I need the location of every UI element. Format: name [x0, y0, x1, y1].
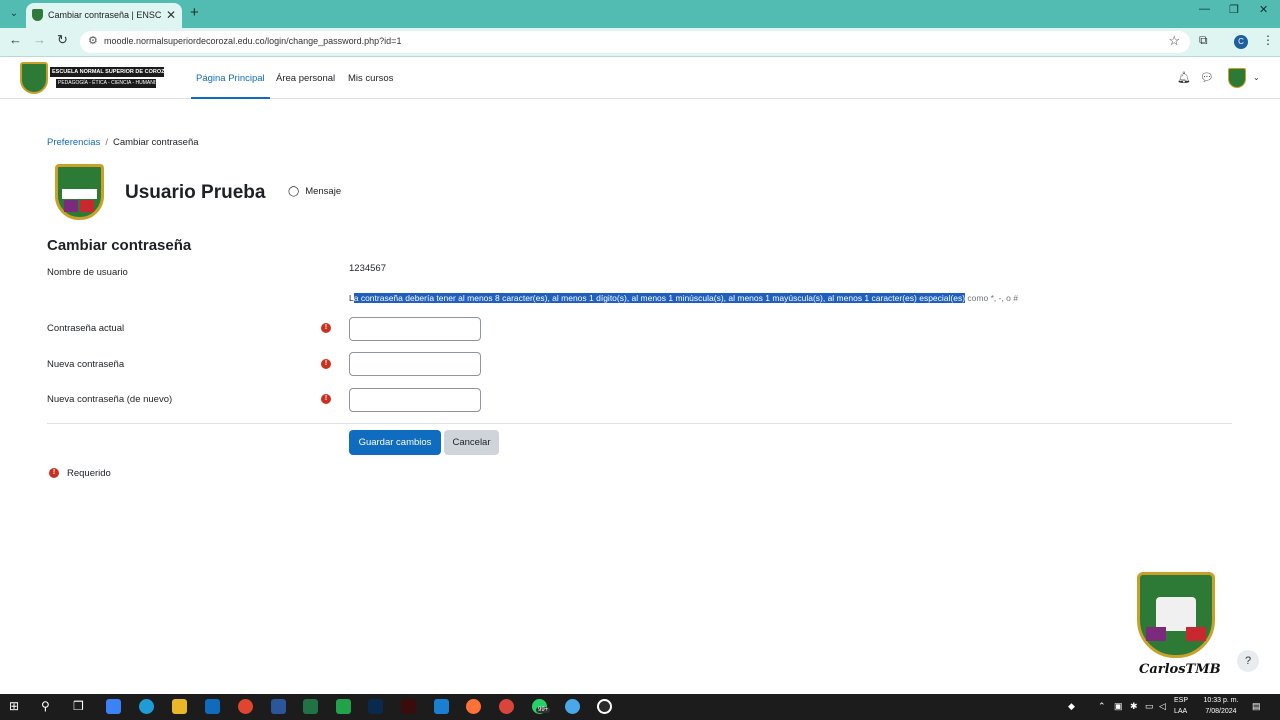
repeat-password-input[interactable]	[349, 388, 481, 412]
file-explorer-icon[interactable]	[172, 699, 187, 714]
watermark-signature: CarlosTMB	[1139, 662, 1221, 677]
breadcrumb-current: Cambiar contraseña	[112, 137, 199, 148]
password-policy-text: La contraseña debería tener al menos 8 c…	[349, 293, 1018, 303]
bookmark-star-icon[interactable]: ☆	[1168, 33, 1180, 49]
username-value: 1234567	[349, 263, 386, 274]
site-info-icon[interactable]: ⚙	[88, 34, 98, 47]
photoshop-icon[interactable]	[368, 699, 383, 714]
nav-dashboard-link[interactable]: Área personal	[276, 73, 335, 84]
reload-icon[interactable]: ↻	[57, 32, 68, 48]
notifications-icon[interactable]: ▤	[1252, 701, 1261, 712]
page-heading: Cambiar contraseña	[47, 237, 192, 254]
start-icon[interactable]: ⊞	[9, 699, 19, 713]
message-label: Mensaje	[305, 186, 342, 197]
nav-my-courses-link[interactable]: Mis cursos	[348, 73, 393, 84]
watermark-logo: CarlosTMB	[1133, 562, 1221, 680]
sheets-icon[interactable]	[336, 699, 351, 714]
tab-close-icon[interactable]: ✕	[166, 3, 176, 27]
repeat-password-label: Nueva contraseña (de nuevo)	[47, 394, 173, 405]
word-icon[interactable]	[271, 699, 286, 714]
required-icon: !	[321, 359, 331, 369]
profile-picture	[55, 164, 104, 220]
message-button[interactable]: ◯ Mensaje	[288, 186, 341, 197]
clock-time[interactable]: 10:33 p. m.	[1200, 697, 1242, 704]
vscode-icon[interactable]	[434, 699, 449, 714]
new-tab-button[interactable]: +	[190, 4, 199, 21]
browser-toolbar: ← → ↻ ⚙ moodle.normalsuperiordecorozal.e…	[0, 28, 1280, 57]
obs-icon[interactable]	[597, 699, 612, 714]
help-button[interactable]: ?	[1237, 650, 1259, 672]
required-icon: !	[49, 468, 59, 479]
windows-taskbar: ⊞ ⚲ ❒ 99+ ◆ ⌃ ▣ ✱ ▭ ◁ ESP LAA 10:33 p. m…	[0, 694, 1280, 720]
profile-name: Usuario Prueba	[125, 182, 266, 203]
save-changes-button[interactable]: Guardar cambios	[349, 430, 441, 455]
tray-chevron-up-icon[interactable]: ⌃	[1098, 701, 1106, 712]
breadcrumb-preferences-link[interactable]: Preferencias	[47, 137, 100, 148]
lang-layout[interactable]: LAA	[1174, 708, 1187, 715]
tab-search-icon[interactable]: ⌄	[6, 6, 22, 22]
forward-arrow-icon[interactable]: →	[33, 32, 46, 47]
site-favicon-icon	[32, 9, 43, 21]
outlook-icon[interactable]	[205, 699, 220, 714]
extensions-icon[interactable]: ⧉	[1199, 33, 1208, 48]
logo-title: ESCUELA NORMAL SUPERIOR DE COROZAL	[50, 67, 164, 77]
whatsapp-badge: 99+	[536, 707, 551, 713]
notifications-bell-icon[interactable]: 🔔︎	[1177, 71, 1191, 84]
clock-date[interactable]: 7/08/2024	[1200, 708, 1242, 715]
url-text[interactable]: moodle.normalsuperiordecorozal.edu.co/lo…	[104, 36, 401, 46]
policy-rest-text: como *, -, o #	[965, 293, 1018, 303]
tray-volume-icon[interactable]: ◁	[1159, 701, 1166, 712]
tray-bluetooth-icon[interactable]: ✱	[1130, 701, 1138, 712]
required-icon: !	[321, 323, 331, 333]
close-window-button[interactable]: ✕	[1259, 3, 1268, 16]
form-divider	[47, 423, 1232, 424]
app-tray-icon[interactable]: ◆	[1068, 701, 1075, 712]
search-icon[interactable]: ⚲	[41, 699, 50, 713]
watermark-crest-icon	[1137, 572, 1215, 658]
site-navbar: ESCUELA NORMAL SUPERIOR DE COROZAL PEDAG…	[0, 57, 1280, 99]
new-password-label: Nueva contraseña	[47, 359, 125, 370]
policy-selected-text: a contraseña debería tener al menos 8 ca…	[353, 293, 966, 303]
illustrator-icon[interactable]	[401, 699, 416, 714]
chrome-profile-icon[interactable]	[499, 699, 514, 714]
tab-title: Cambiar contraseña | ENSC	[48, 10, 162, 20]
browser-tab[interactable]: Cambiar contraseña | ENSC ✕	[26, 3, 182, 28]
required-icon: !	[321, 394, 331, 404]
chrome-active-icon[interactable]	[565, 699, 580, 714]
school-crest-icon	[20, 62, 48, 94]
breadcrumb: Preferencias / Cambiar contraseña	[47, 137, 199, 148]
current-password-input[interactable]	[349, 317, 481, 341]
required-legend-label: Requerido	[67, 468, 111, 479]
maximize-button[interactable]: ❐	[1229, 3, 1239, 16]
cancel-button[interactable]: Cancelar	[444, 430, 499, 455]
tray-network-icon[interactable]: ▭	[1145, 701, 1154, 712]
messages-icon[interactable]: 💬︎	[1200, 71, 1214, 84]
address-bar[interactable]: ⚙ moodle.normalsuperiordecorozal.edu.co/…	[80, 31, 1190, 53]
lang-code[interactable]: ESP	[1174, 697, 1188, 704]
required-legend: ! Requerido	[49, 468, 111, 479]
browser-menu-icon[interactable]: ⋮	[1262, 33, 1274, 47]
excel-icon[interactable]	[303, 699, 318, 714]
nav-home-link[interactable]: Página Principal	[191, 73, 270, 99]
browser-profile-avatar[interactable]: C	[1234, 35, 1248, 49]
chat-bubble-icon: ◯	[288, 186, 300, 197]
logo-motto: PEDAGOGÍA - ÉTICA - CIENCIA - HUMANISMO	[56, 79, 156, 88]
tray-device-icon[interactable]: ▣	[1114, 701, 1123, 712]
firefox-icon[interactable]	[466, 699, 481, 714]
site-logo[interactable]: ESCUELA NORMAL SUPERIOR DE COROZAL PEDAG…	[20, 62, 166, 94]
username-label: Nombre de usuario	[47, 267, 128, 278]
user-avatar[interactable]	[1228, 68, 1246, 88]
store-icon[interactable]	[106, 699, 121, 714]
chrome-icon[interactable]	[238, 699, 253, 714]
breadcrumb-separator: /	[105, 137, 108, 148]
edge-icon[interactable]	[139, 699, 154, 714]
new-password-input[interactable]	[349, 352, 481, 376]
chevron-down-icon[interactable]: ⌄	[1253, 73, 1260, 82]
minimize-button[interactable]: —	[1199, 3, 1210, 15]
current-password-label: Contraseña actual	[47, 323, 125, 334]
back-arrow-icon[interactable]: ←	[9, 32, 22, 47]
browser-tab-strip: ⌄ Cambiar contraseña | ENSC ✕ + — ❐ ✕	[0, 0, 1280, 28]
task-view-icon[interactable]: ❒	[73, 699, 84, 713]
